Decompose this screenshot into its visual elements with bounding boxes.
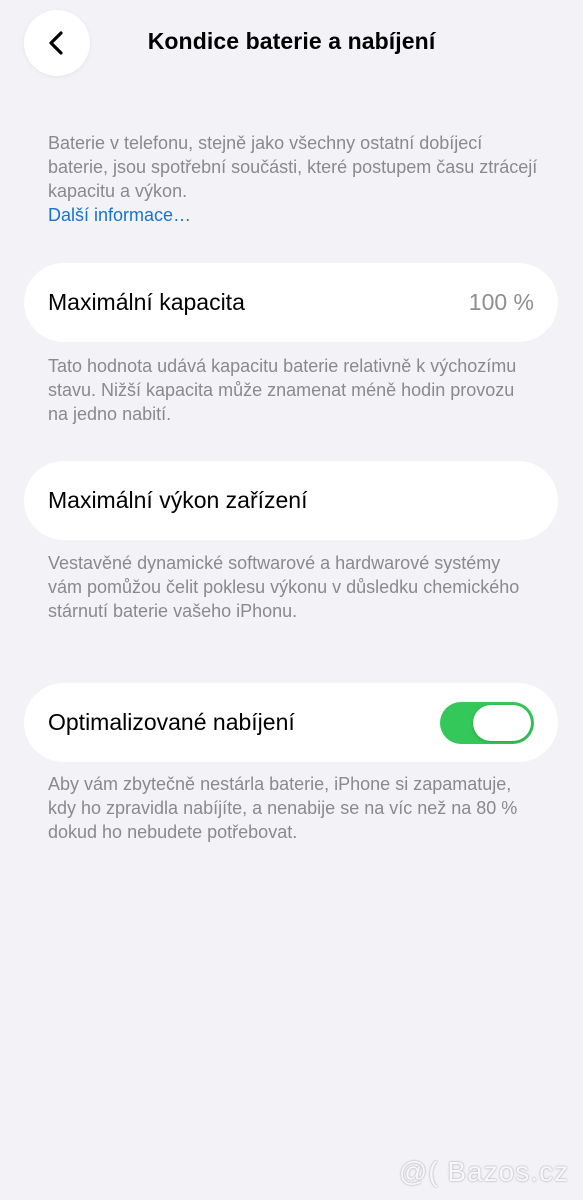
charging-description: Aby vám zbytečně nestárla baterie, iPhon… bbox=[48, 774, 518, 842]
intro-text: Baterie v telefonu, stejně jako všechny … bbox=[48, 133, 538, 201]
more-info-link[interactable]: Další informace… bbox=[48, 203, 538, 227]
toggle-knob bbox=[473, 704, 531, 741]
battery-health-screen: Kondice baterie a nabíjení Baterie v tel… bbox=[0, 0, 583, 1200]
maximum-capacity-value: 100 % bbox=[468, 289, 534, 315]
back-button[interactable] bbox=[24, 10, 90, 76]
capacity-description: Tato hodnota udává kapacitu baterie rela… bbox=[48, 356, 517, 424]
watermark: @( Bazos.cz bbox=[398, 1156, 569, 1187]
page-title: Kondice baterie a nabíjení bbox=[147, 28, 436, 54]
peak-performance-row: Maximální výkon zařízení bbox=[24, 461, 558, 540]
maximum-capacity-row: Maximální kapacita 100 % bbox=[24, 263, 558, 342]
optimized-charging-toggle[interactable] bbox=[440, 701, 534, 744]
performance-description: Vestavěné dynamické softwarové a hardwar… bbox=[48, 553, 520, 621]
navigation-bar: Kondice baterie a nabíjení bbox=[0, 0, 583, 90]
peak-performance-label: Maximální výkon zařízení bbox=[48, 487, 308, 513]
optimized-charging-label: Optimalizované nabíjení bbox=[48, 709, 295, 735]
optimized-charging-row: Optimalizované nabíjení bbox=[24, 683, 558, 762]
intro-description: Baterie v telefonu, stejně jako všechny … bbox=[48, 131, 538, 227]
maximum-capacity-label: Maximální kapacita bbox=[48, 289, 245, 315]
chevron-left-icon bbox=[49, 31, 63, 55]
